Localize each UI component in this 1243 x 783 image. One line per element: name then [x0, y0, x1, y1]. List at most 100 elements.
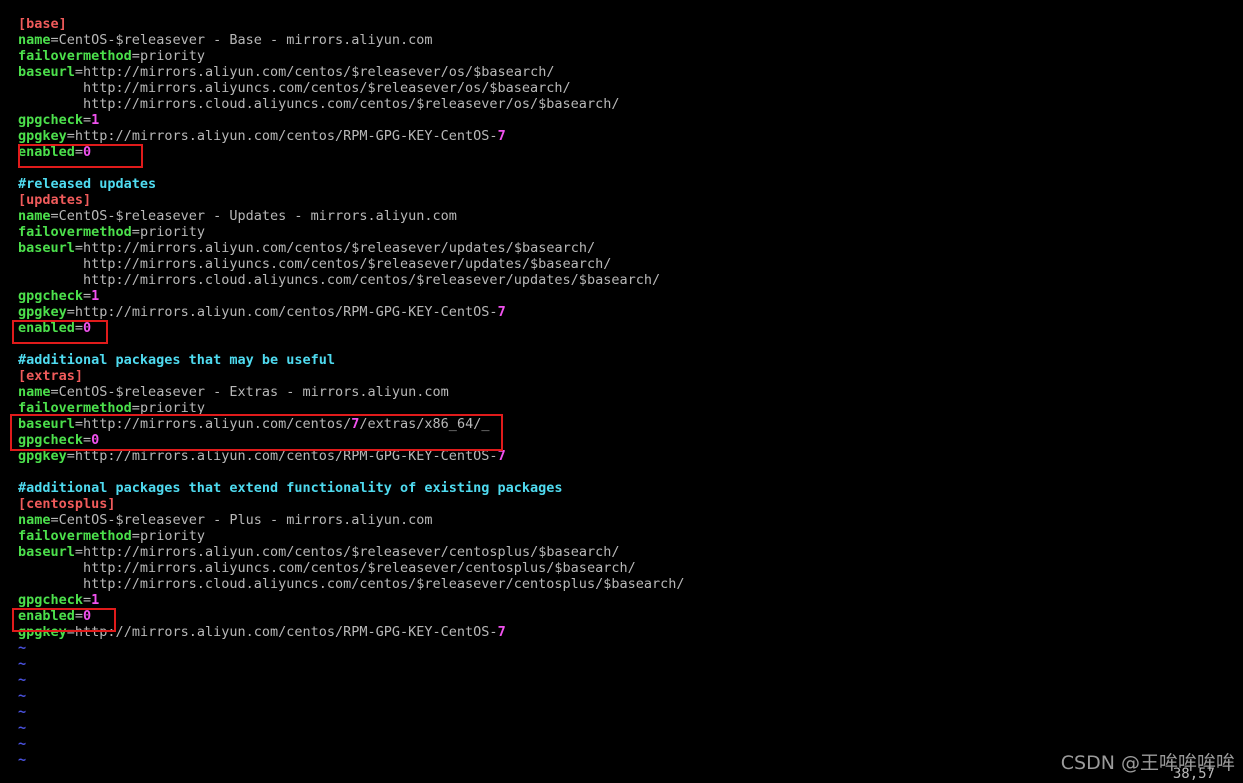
editor-line[interactable]: #additional packages that extend functio…	[18, 480, 1243, 496]
equals-sign: =	[74, 64, 84, 80]
editor-line[interactable]: http://mirrors.aliyuncs.com/centos/$rele…	[18, 80, 1243, 96]
config-key: baseurl	[18, 64, 75, 80]
equals-sign: =	[66, 304, 75, 320]
editor-line[interactable]: gpgkey=http://mirrors.aliyun.com/centos/…	[18, 304, 1243, 320]
editor-line[interactable]: baseurl=http://mirrors.aliyun.com/centos…	[18, 416, 1243, 432]
editor-line[interactable]	[18, 464, 1243, 480]
editor-line[interactable]: enabled=0	[18, 608, 1243, 624]
editor-line[interactable]: [centosplus]	[18, 496, 1243, 512]
config-value: priority	[139, 400, 205, 416]
config-value: priority	[139, 48, 205, 64]
editor-line[interactable]: gpgkey=http://mirrors.aliyun.com/centos/…	[18, 448, 1243, 464]
editor-line[interactable]	[18, 160, 1243, 176]
editor-line[interactable]: gpgcheck=0	[18, 432, 1243, 448]
editor-line[interactable]: name=CentOS-$releasever - Extras - mirro…	[18, 384, 1243, 400]
equals-sign: =	[83, 112, 92, 128]
editor-line[interactable]	[18, 336, 1243, 352]
config-value: http://mirrors.aliyun.com/centos/RPM-GPG…	[74, 448, 498, 464]
editor-line[interactable]: [base]	[18, 16, 1243, 32]
equals-sign: =	[66, 624, 75, 640]
baseurl-continuation: http://mirrors.aliyuncs.com/centos/$rele…	[18, 80, 571, 96]
editor-line[interactable]: ~	[18, 656, 1243, 672]
equals-sign: =	[83, 288, 92, 304]
config-value: priority	[139, 224, 205, 240]
config-comment: #additional packages that may be useful	[18, 352, 335, 368]
editor-line[interactable]: #released updates	[18, 176, 1243, 192]
editor-line[interactable]: [updates]	[18, 192, 1243, 208]
config-key: enabled	[18, 608, 75, 624]
text-cursor: _	[481, 416, 490, 432]
config-comment: #released updates	[18, 176, 157, 192]
equals-sign: =	[50, 384, 59, 400]
config-key: name	[18, 32, 51, 48]
equals-sign: =	[50, 208, 59, 224]
editor-line[interactable]: http://mirrors.cloud.aliyuncs.com/centos…	[18, 96, 1243, 112]
config-value: http://mirrors.aliyun.com/centos/$releas…	[83, 64, 555, 80]
editor-line[interactable]: enabled=0	[18, 320, 1243, 336]
equals-sign: =	[50, 512, 59, 528]
config-key: enabled	[18, 320, 75, 336]
editor-line[interactable]: http://mirrors.cloud.aliyuncs.com/centos…	[18, 576, 1243, 592]
editor-line[interactable]: ~	[18, 688, 1243, 704]
config-key: gpgkey	[18, 448, 67, 464]
editor-line[interactable]: name=CentOS-$releasever - Base - mirrors…	[18, 32, 1243, 48]
equals-sign: =	[74, 320, 84, 336]
editor-line[interactable]: enabled=0	[18, 144, 1243, 160]
vim-empty-line-marker: ~	[18, 704, 27, 720]
editor-line[interactable]: http://mirrors.aliyuncs.com/centos/$rele…	[18, 256, 1243, 272]
vim-empty-line-marker: ~	[18, 688, 27, 704]
editor-line[interactable]: failovermethod=priority	[18, 528, 1243, 544]
vim-empty-line-marker: ~	[18, 656, 27, 672]
equals-sign: =	[83, 432, 92, 448]
editor-line[interactable]: gpgkey=http://mirrors.aliyun.com/centos/…	[18, 128, 1243, 144]
config-key: name	[18, 384, 51, 400]
config-value: http://mirrors.aliyun.com/centos/$releas…	[83, 240, 596, 256]
equals-sign: =	[74, 544, 84, 560]
config-key: enabled	[18, 144, 75, 160]
editor-line[interactable]: [extras]	[18, 368, 1243, 384]
editor-line[interactable]: gpgcheck=1	[18, 288, 1243, 304]
config-key: failovermethod	[18, 400, 132, 416]
config-key: gpgkey	[18, 128, 67, 144]
vim-empty-line-marker: ~	[18, 736, 27, 752]
config-value-number: 7	[497, 448, 506, 464]
equals-sign: =	[83, 592, 92, 608]
vim-cursor-position-ruler: 38,57	[1172, 766, 1215, 782]
editor-line[interactable]: gpgkey=http://mirrors.aliyun.com/centos/…	[18, 624, 1243, 640]
editor-line[interactable]: name=CentOS-$releasever - Updates - mirr…	[18, 208, 1243, 224]
editor-line[interactable]: ~	[18, 736, 1243, 752]
equals-sign: =	[131, 224, 140, 240]
editor-line[interactable]: gpgcheck=1	[18, 112, 1243, 128]
config-value-number: 0	[91, 432, 100, 448]
config-key: gpgcheck	[18, 288, 84, 304]
editor-line[interactable]: ~	[18, 720, 1243, 736]
equals-sign: =	[74, 240, 84, 256]
editor-line[interactable]: failovermethod=priority	[18, 224, 1243, 240]
config-value-number: 7	[497, 624, 506, 640]
equals-sign: =	[131, 48, 140, 64]
editor-line[interactable]: baseurl=http://mirrors.aliyun.com/centos…	[18, 240, 1243, 256]
editor-line[interactable]: http://mirrors.aliyuncs.com/centos/$rele…	[18, 560, 1243, 576]
editor-line[interactable]: failovermethod=priority	[18, 48, 1243, 64]
editor-line[interactable]: ~	[18, 640, 1243, 656]
editor-line[interactable]: failovermethod=priority	[18, 400, 1243, 416]
vim-empty-line-marker: ~	[18, 720, 27, 736]
editor-line[interactable]: name=CentOS-$releasever - Plus - mirrors…	[18, 512, 1243, 528]
repo-section-header: [extras]	[18, 368, 84, 384]
editor-line[interactable]: ~	[18, 672, 1243, 688]
editor-line[interactable]: gpgcheck=1	[18, 592, 1243, 608]
editor-line[interactable]: #additional packages that may be useful	[18, 352, 1243, 368]
config-value-number: 1	[91, 112, 100, 128]
editor-line[interactable]: http://mirrors.cloud.aliyuncs.com/centos…	[18, 272, 1243, 288]
vim-editor-buffer[interactable]: [base] name=CentOS-$releasever - Base - m…	[0, 0, 1243, 783]
editor-line[interactable]: ~	[18, 704, 1243, 720]
config-comment: #additional packages that extend functio…	[18, 480, 563, 496]
editor-line[interactable]: ~	[18, 752, 1243, 768]
config-value: CentOS-$releasever - Extras - mirrors.al…	[58, 384, 449, 400]
repo-section-header: [base]	[18, 16, 67, 32]
editor-line[interactable]: baseurl=http://mirrors.aliyun.com/centos…	[18, 64, 1243, 80]
editor-line[interactable]: baseurl=http://mirrors.aliyun.com/centos…	[18, 544, 1243, 560]
equals-sign: =	[74, 144, 84, 160]
